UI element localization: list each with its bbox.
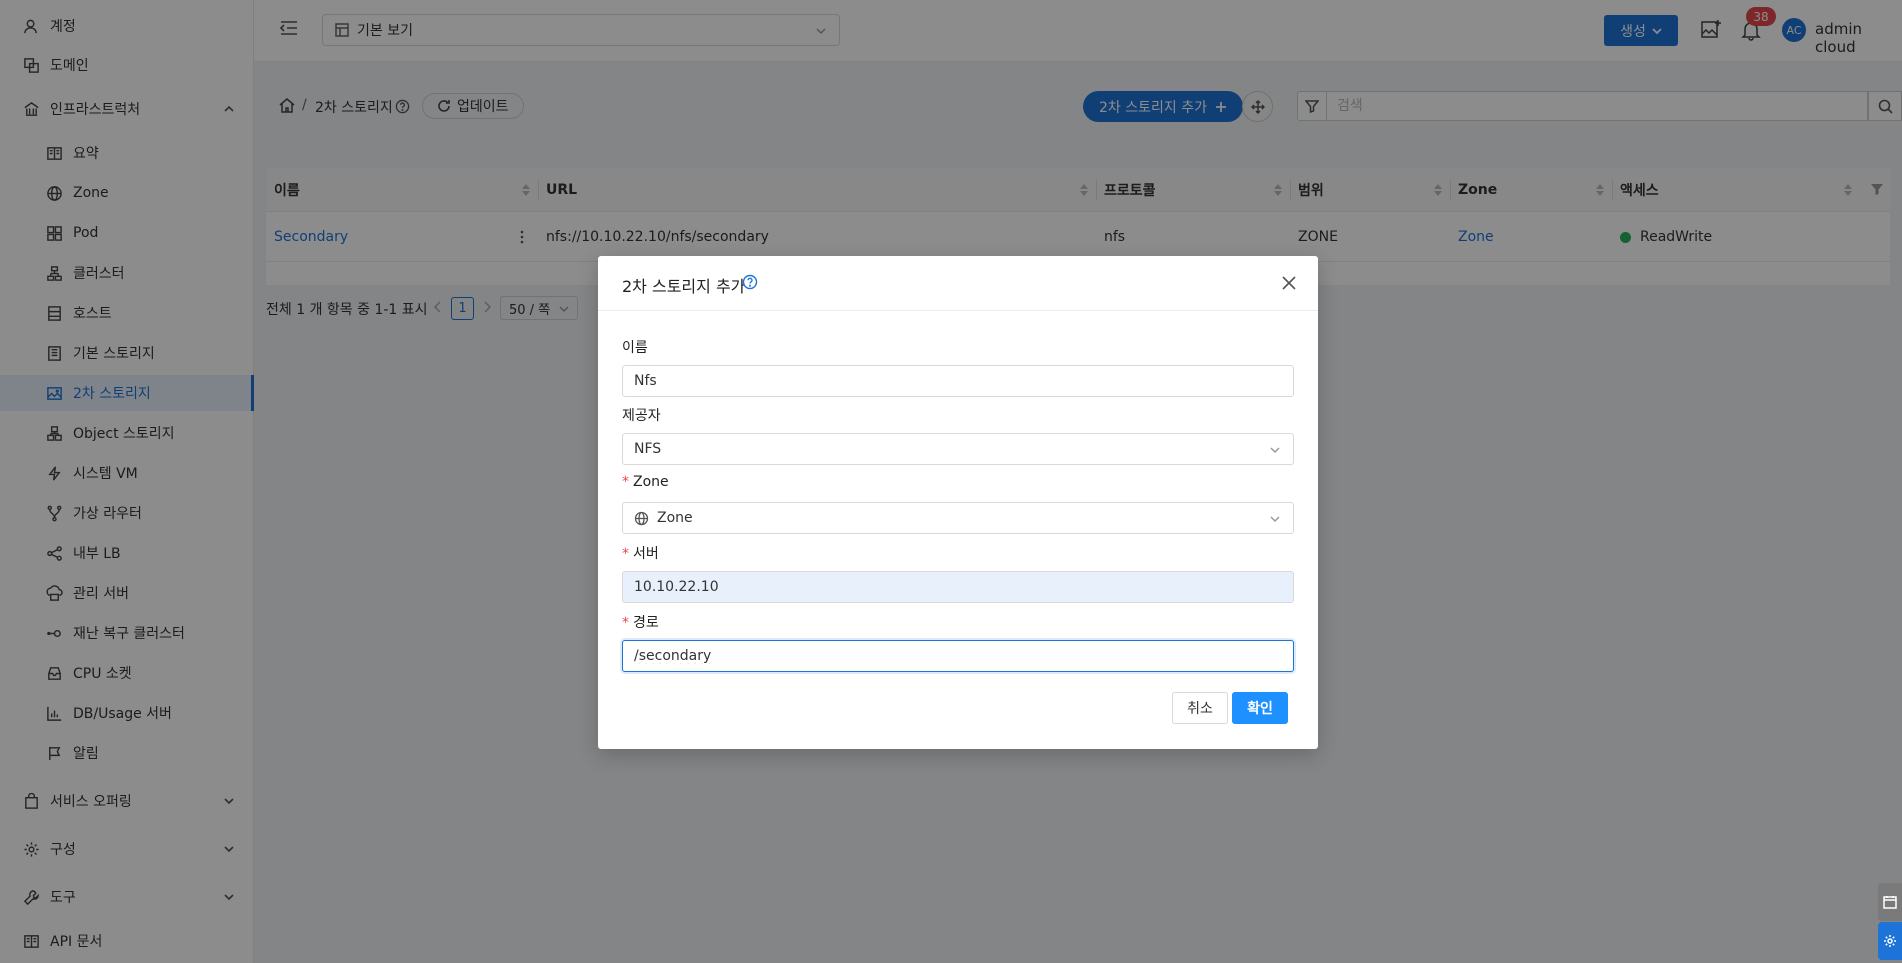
name-label: 이름 — [622, 340, 648, 356]
gear-icon — [1884, 935, 1896, 947]
question-circle-icon[interactable] — [742, 274, 758, 290]
provider-select[interactable]: NFS — [622, 433, 1294, 465]
zone-label: * Zone — [622, 474, 669, 490]
calendar-icon — [1883, 896, 1897, 909]
required-mark: * — [622, 615, 629, 631]
server-label: * 서버 — [622, 543, 659, 563]
required-mark: * — [622, 546, 629, 562]
server-input[interactable] — [622, 571, 1294, 603]
zone-select[interactable]: Zone — [622, 502, 1294, 534]
chevron-down-icon — [1269, 513, 1281, 525]
ok-button[interactable]: 확인 — [1232, 692, 1288, 724]
path-input[interactable] — [622, 640, 1294, 672]
zone-label-text: Zone — [633, 474, 669, 490]
required-mark: * — [622, 474, 629, 490]
zone-value: Zone — [657, 510, 693, 526]
path-label: * 경로 — [622, 612, 659, 632]
globe-icon — [634, 511, 649, 526]
path-label-text: 경로 — [633, 615, 659, 631]
cancel-button[interactable]: 취소 — [1172, 692, 1228, 724]
modal-title: 2차 스토리지 추가 — [622, 277, 746, 296]
server-label-text: 서버 — [633, 546, 659, 562]
chevron-down-icon — [1269, 444, 1281, 456]
provider-value: NFS — [634, 441, 662, 457]
floating-tab-settings[interactable] — [1878, 922, 1902, 960]
close-icon[interactable] — [1281, 275, 1297, 291]
add-secondary-storage-modal: 2차 스토리지 추가 이름 제공자 NFS *Zone Zone *서버 *경로… — [598, 256, 1318, 749]
floating-tab-calendar[interactable] — [1878, 883, 1902, 921]
provider-label: 제공자 — [622, 408, 661, 424]
modal-header: 2차 스토리지 추가 — [598, 256, 1318, 311]
name-input[interactable] — [622, 365, 1294, 397]
